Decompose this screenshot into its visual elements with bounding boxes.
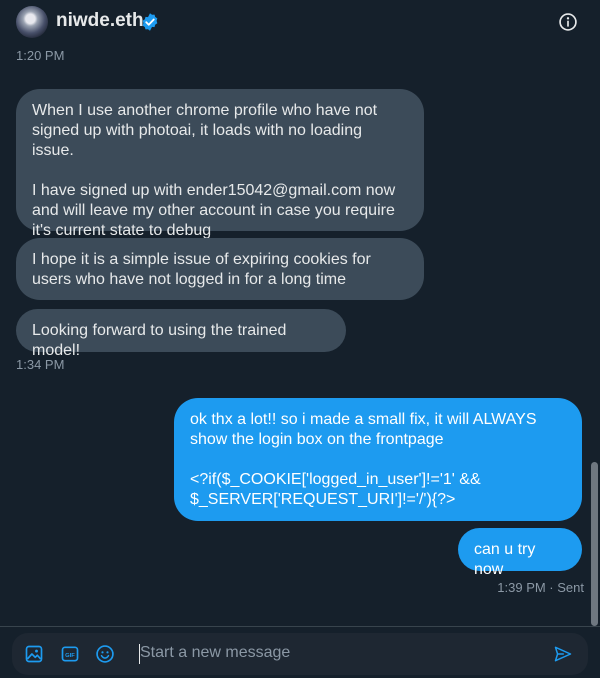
info-icon[interactable] xyxy=(558,12,578,32)
emoji-icon[interactable] xyxy=(95,644,115,664)
message-timestamp: 1:34 PM xyxy=(16,357,65,372)
received-message[interactable]: When I use another chrome profile who ha… xyxy=(16,89,424,239)
received-message[interactable]: I hope it is a simple issue of expiring … xyxy=(16,238,424,300)
message-input[interactable]: Start a new message xyxy=(140,644,290,662)
sent-message[interactable]: can u try now xyxy=(458,528,582,578)
sent-message[interactable]: ok thx a lot!! so i made a small fix, it… xyxy=(174,398,582,521)
scrollbar[interactable] xyxy=(591,462,598,626)
received-message[interactable]: Looking forward to using the trained mod… xyxy=(16,309,346,359)
svg-text:GIF: GIF xyxy=(65,653,75,659)
message-status-timestamp: 1:39 PM · Sent xyxy=(497,580,584,595)
conversation-header: niwde.eth xyxy=(0,0,600,44)
media-icon[interactable] xyxy=(24,644,44,664)
avatar[interactable] xyxy=(16,6,48,38)
gif-icon[interactable]: GIF xyxy=(60,644,80,664)
conversation-username[interactable]: niwde.eth xyxy=(56,10,144,32)
verified-badge-icon xyxy=(142,13,158,31)
message-composer: GIF Start a new message xyxy=(12,633,588,675)
message-timestamp: 1:20 PM xyxy=(16,48,65,63)
send-icon[interactable] xyxy=(553,644,573,664)
composer-bar: GIF Start a new message xyxy=(0,626,600,678)
